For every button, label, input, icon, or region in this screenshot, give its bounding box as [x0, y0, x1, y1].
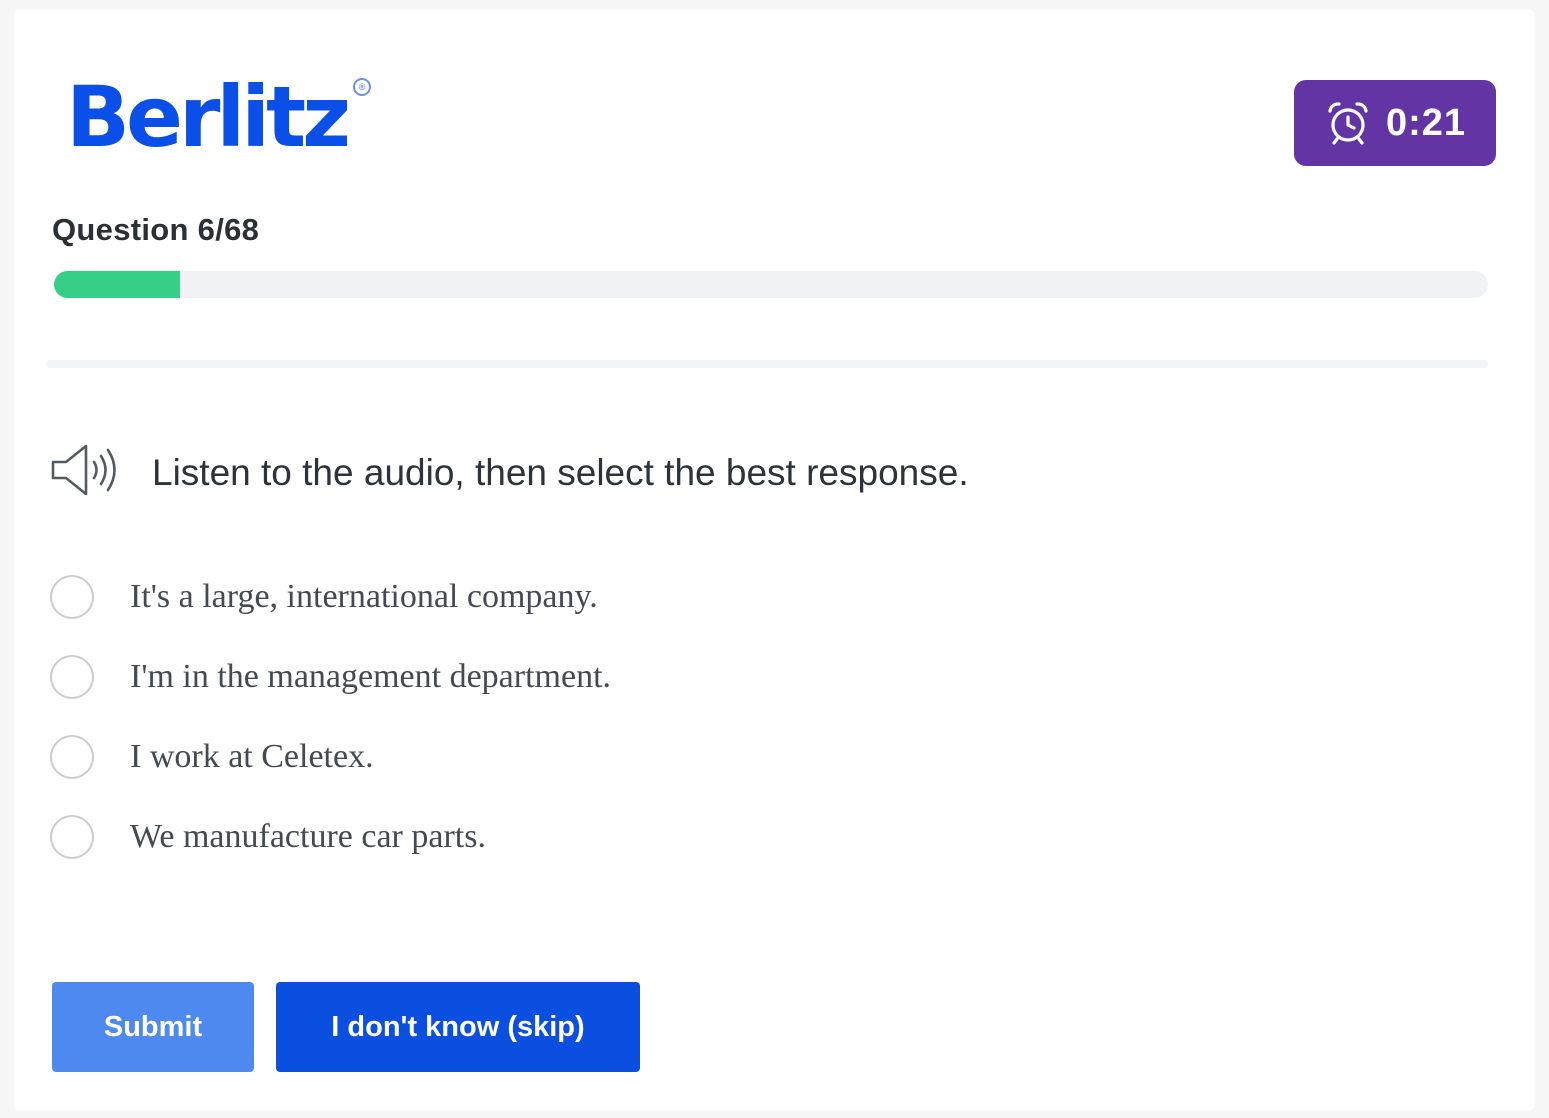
speaker-icon[interactable] — [50, 440, 122, 505]
answer-option-label: I work at Celetex. — [130, 738, 374, 775]
answer-options: It's a large, international company. I'm… — [50, 572, 611, 892]
registered-mark-icon: ® — [353, 78, 372, 96]
answer-option-label: I'm in the management department. — [130, 658, 612, 695]
answer-option[interactable]: I'm in the management department. — [50, 652, 611, 702]
radio-button[interactable] — [50, 655, 94, 699]
alarm-clock-icon — [1324, 99, 1372, 147]
divider — [46, 360, 1488, 368]
radio-button[interactable] — [50, 575, 94, 619]
berlitz-logo: Berlitz ® — [66, 68, 372, 166]
progress-bar — [54, 271, 1488, 298]
answer-option[interactable]: We manufacture car parts. — [50, 812, 611, 862]
answer-option-label: It's a large, international company. — [130, 578, 598, 615]
quiz-card: Berlitz ® 0:21 Question 6/68 Listen to t… — [14, 10, 1535, 1110]
question-counter: Question 6/68 — [52, 212, 260, 247]
timer-value: 0:21 — [1385, 101, 1467, 144]
answer-option[interactable]: It's a large, international company. — [50, 572, 611, 622]
skip-button[interactable]: I don't know (skip) — [276, 982, 640, 1072]
countdown-timer: 0:21 — [1294, 80, 1496, 166]
answer-option[interactable]: I work at Celetex. — [50, 732, 611, 782]
logo-wordmark: Berlitz — [66, 68, 351, 166]
answer-option-label: We manufacture car parts. — [130, 818, 486, 855]
submit-button[interactable]: Submit — [52, 982, 254, 1072]
prompt-text: Listen to the audio, then select the bes… — [152, 451, 969, 493]
progress-bar-fill — [54, 271, 181, 298]
radio-button[interactable] — [50, 735, 94, 779]
radio-button[interactable] — [50, 815, 94, 859]
question-prompt: Listen to the audio, then select the bes… — [50, 440, 969, 505]
